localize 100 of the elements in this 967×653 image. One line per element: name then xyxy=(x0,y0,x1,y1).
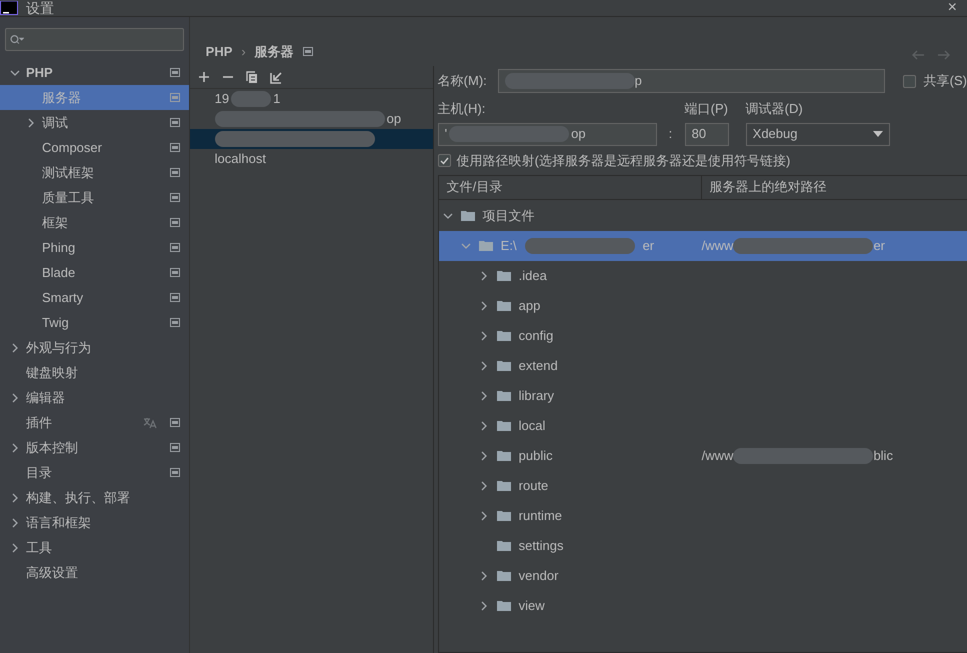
tree-row[interactable]: local xyxy=(438,410,967,440)
chevron-right-icon[interactable] xyxy=(478,390,489,400)
chevron-right-icon[interactable] xyxy=(478,360,489,370)
sidebar-item[interactable]: Phing xyxy=(0,235,189,260)
share-checkbox[interactable] xyxy=(902,74,916,88)
file-name: local xyxy=(518,416,546,435)
app-logo-icon xyxy=(0,1,18,15)
sidebar-item[interactable]: 测试框架 xyxy=(0,160,189,185)
column-header[interactable]: 文件/目录 xyxy=(438,176,702,198)
folder-icon xyxy=(496,570,511,581)
sidebar-item[interactable]: 调试 xyxy=(0,110,189,135)
file-name: runtime xyxy=(518,506,562,525)
file-name: extend xyxy=(518,356,558,375)
share-label: 共享(S) xyxy=(924,72,967,90)
folder-icon xyxy=(496,330,511,341)
search-field[interactable] xyxy=(5,28,184,51)
chevron-right-icon[interactable] xyxy=(10,342,20,352)
tree-row[interactable]: extend xyxy=(438,350,967,380)
tree-row[interactable]: 项目文件 xyxy=(438,200,967,230)
host-label: 主机(H): xyxy=(438,100,486,118)
folder-icon xyxy=(496,360,511,371)
tree-row[interactable]: .idea xyxy=(438,260,967,290)
sidebar-item[interactable]: 框架 xyxy=(0,210,189,235)
server-name: 1 xyxy=(273,90,280,108)
folder-icon xyxy=(496,540,511,551)
chevron-right-icon[interactable] xyxy=(478,450,489,460)
close-button[interactable]: × xyxy=(938,0,967,16)
file-name: config xyxy=(518,326,554,345)
tree-row[interactable]: runtime xyxy=(438,500,967,530)
breadcrumb-separator: › xyxy=(241,42,246,60)
sidebar-item[interactable]: 编辑器 xyxy=(0,385,189,410)
chevron-right-icon[interactable] xyxy=(10,492,20,502)
chevron-right-icon[interactable] xyxy=(10,542,20,552)
sidebar-item[interactable]: 版本控制 xyxy=(0,435,189,460)
name-field[interactable]: p xyxy=(498,69,885,93)
page-icon xyxy=(170,293,180,302)
chevron-down-icon[interactable] xyxy=(10,68,20,78)
chevron-right-icon[interactable] xyxy=(478,420,489,430)
server-list-item[interactable]: localhost xyxy=(190,149,433,169)
window-title: 设置 xyxy=(26,1,54,15)
server-list-item[interactable]: 19 1 xyxy=(190,89,433,109)
folder-icon xyxy=(496,480,511,491)
chevron-right-icon[interactable] xyxy=(10,442,20,452)
path-mapping-checkbox[interactable] xyxy=(438,154,451,167)
page-icon xyxy=(170,418,180,427)
chevron-right-icon[interactable] xyxy=(478,510,489,520)
chevron-right-icon[interactable] xyxy=(478,570,489,580)
file-name: vendor xyxy=(518,566,558,585)
chevron-right-icon[interactable] xyxy=(26,118,36,128)
file-name: view xyxy=(518,596,545,615)
file-name: route xyxy=(518,476,548,495)
tree-row[interactable]: vendor xyxy=(438,560,967,590)
add-icon[interactable] xyxy=(198,71,210,83)
sidebar-item[interactable]: 目录 xyxy=(0,460,189,485)
sidebar-item[interactable]: Blade xyxy=(0,260,189,285)
column-header[interactable]: 服务器上的绝对路径 xyxy=(702,176,967,198)
server-list-item[interactable]: op xyxy=(190,109,433,129)
file-name: app xyxy=(518,296,540,315)
folder-icon xyxy=(478,240,493,251)
tree-row[interactable]: route xyxy=(438,470,967,500)
port-field[interactable]: 80 xyxy=(684,122,729,146)
chevron-right-icon[interactable] xyxy=(478,330,489,340)
sidebar-item[interactable]: 构建、执行、部署 xyxy=(0,485,189,510)
chevron-right-icon[interactable] xyxy=(10,392,20,402)
sidebar-item[interactable]: 外观与行为 xyxy=(0,335,189,360)
copy-icon[interactable] xyxy=(246,70,258,84)
sidebar-item[interactable]: 语言和框架 xyxy=(0,510,189,535)
breadcrumb-item: PHP xyxy=(206,42,232,60)
import-icon[interactable] xyxy=(270,70,283,84)
sidebar-item[interactable]: 工具 xyxy=(0,535,189,560)
sidebar-item[interactable]: 插件 xyxy=(0,410,189,435)
sidebar-item[interactable]: PHP xyxy=(0,60,189,85)
tree-row[interactable]: public /www blic xyxy=(438,440,967,470)
chevron-right-icon[interactable] xyxy=(478,300,489,310)
sidebar-item[interactable]: Composer xyxy=(0,135,189,160)
tree-row[interactable]: app xyxy=(438,290,967,320)
file-name: public xyxy=(518,446,553,465)
tree-row[interactable]: view xyxy=(438,590,967,620)
chevron-right-icon[interactable] xyxy=(478,480,489,490)
tree-row[interactable]: settings xyxy=(438,530,967,560)
folder-icon xyxy=(496,300,511,311)
sidebar-item[interactable]: 键盘映射 xyxy=(0,360,189,385)
chevron-down-icon[interactable] xyxy=(442,210,453,220)
debugger-dropdown[interactable]: Xdebug xyxy=(746,122,890,146)
sidebar-item[interactable]: 质量工具 xyxy=(0,185,189,210)
sidebar-item[interactable]: 高级设置 xyxy=(0,560,189,585)
page-icon xyxy=(302,46,313,56)
sidebar-item[interactable]: Twig xyxy=(0,310,189,335)
file-name: 项目文件 xyxy=(482,206,535,225)
folder-icon xyxy=(460,210,475,221)
tree-row[interactable]: library xyxy=(438,380,967,410)
chevron-right-icon[interactable] xyxy=(10,518,20,528)
file-name: library xyxy=(518,386,554,405)
page-icon xyxy=(170,93,180,102)
chevron-right-icon[interactable] xyxy=(478,600,489,610)
page-icon xyxy=(170,318,180,327)
sidebar-item[interactable]: Smarty xyxy=(0,285,189,310)
host-field[interactable]: ' op xyxy=(438,122,657,146)
chevron-right-icon[interactable] xyxy=(478,270,489,280)
tree-row[interactable]: config xyxy=(438,320,967,350)
